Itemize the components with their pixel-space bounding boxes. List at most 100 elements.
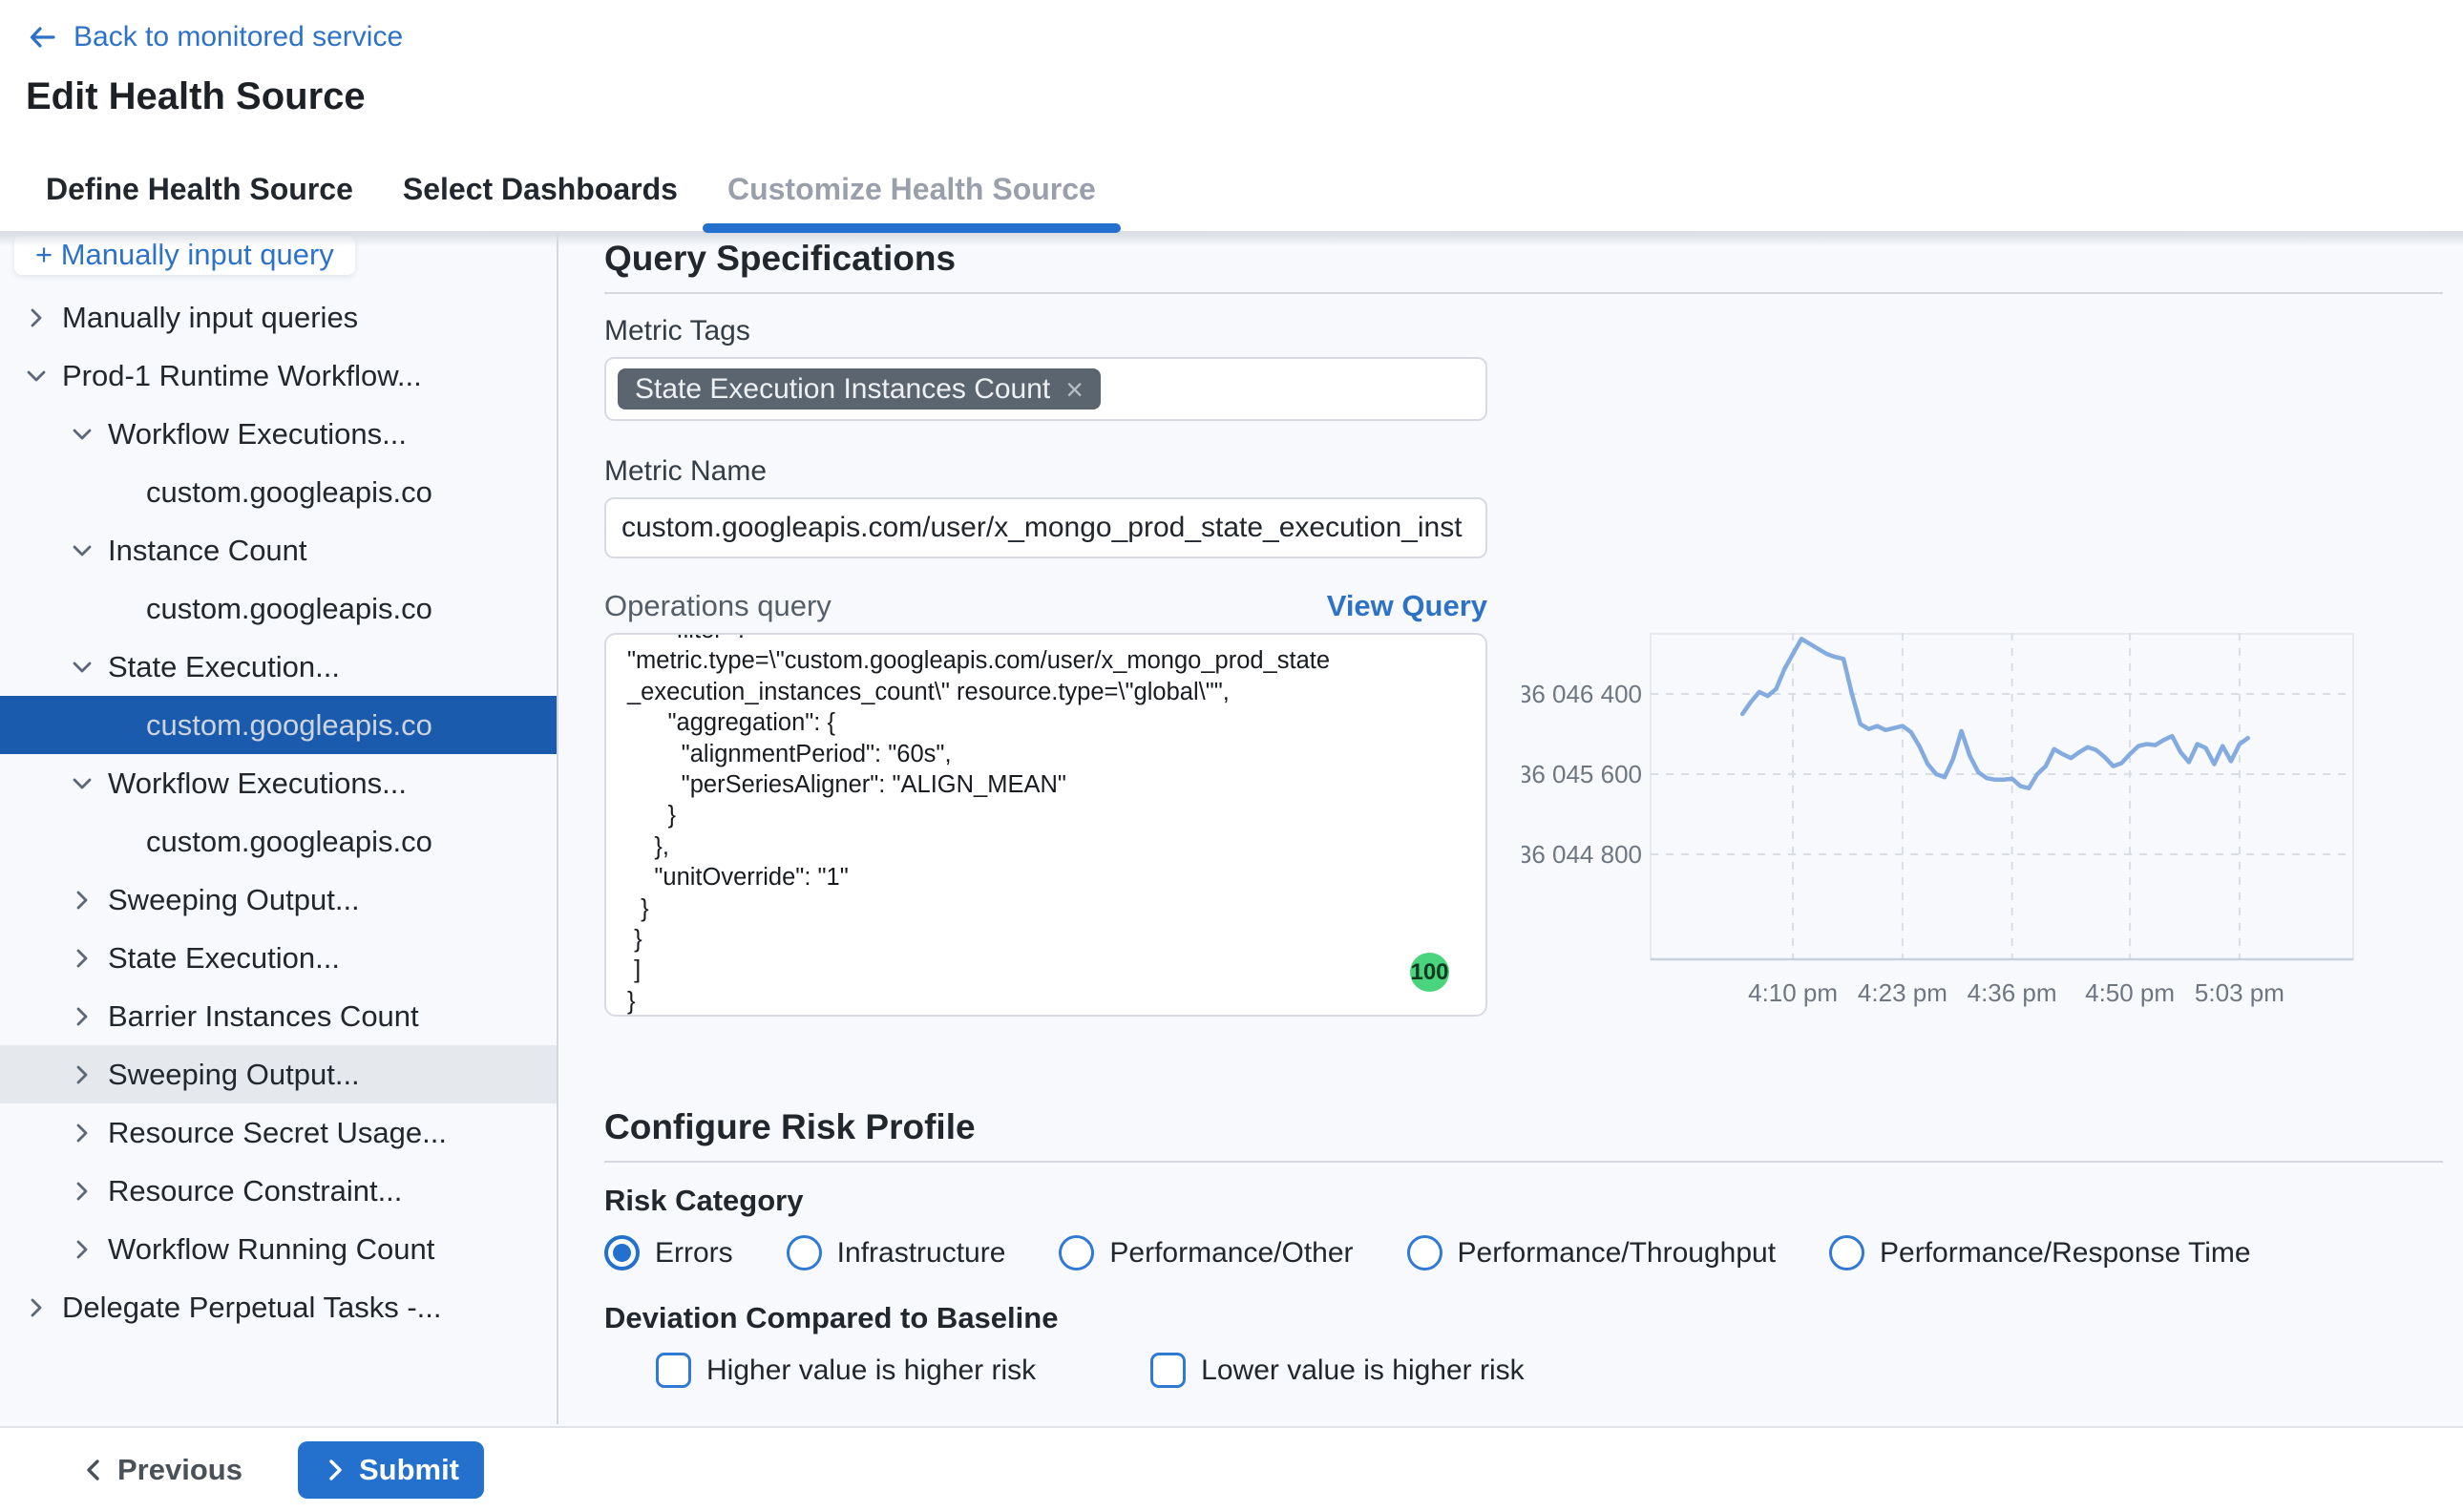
risk-category-option-performance-throughput[interactable]: Performance/Throughput <box>1407 1235 1777 1270</box>
checkbox-label: Lower value is higher risk <box>1201 1354 1524 1387</box>
deviation-option-lower-value-is-higher-risk[interactable]: Lower value is higher risk <box>1150 1353 1524 1388</box>
query-and-chart-row: "filter" :"metric.type=\"custom.googleap… <box>604 633 2443 1019</box>
tree-item-resource-secret-usage[interactable]: Resource Secret Usage... <box>0 1103 557 1162</box>
tree-item-manually-input-queries[interactable]: Manually input queries <box>0 288 557 346</box>
tree-item-barrier-instances-count[interactable]: Barrier Instances Count <box>0 987 557 1045</box>
add-manual-query-button[interactable]: + Manually input query <box>14 235 355 275</box>
tab-bar: Define Health Source Select Dashboards Cus… <box>0 147 2463 233</box>
chevron-right-icon[interactable] <box>22 1293 51 1322</box>
tree-item-label: Resource Constraint... <box>108 1174 402 1208</box>
radio-selected-icon[interactable] <box>604 1235 640 1270</box>
tree-item-label: Instance Count <box>108 534 307 568</box>
tree-item-custom-googleapis-co[interactable]: custom.googleapis.co <box>0 463 557 521</box>
query-specifications-heading: Query Specifications <box>604 239 2443 279</box>
y-axis-tick-label: 36 044 800 <box>1522 840 1642 869</box>
query-code-line: } <box>627 800 1464 830</box>
tree-item-workflow-executions[interactable]: Workflow Executions... <box>0 405 557 463</box>
operations-query-label: Operations query <box>604 589 832 623</box>
radio-icon[interactable] <box>1407 1235 1442 1270</box>
query-code-line: "aggregation": { <box>627 707 1464 738</box>
tab-define-health-source[interactable]: Define Health Source <box>46 147 353 231</box>
risk-category-option-infrastructure[interactable]: Infrastructure <box>787 1235 1006 1270</box>
chevron-right-icon[interactable] <box>68 1002 96 1031</box>
metric-name-input[interactable] <box>604 497 1487 558</box>
chevron-right-icon[interactable] <box>68 1119 96 1147</box>
radio-label: Infrastructure <box>837 1237 1006 1270</box>
checkbox-icon[interactable] <box>1150 1353 1186 1388</box>
checkbox-icon[interactable] <box>656 1353 691 1388</box>
radio-label: Performance/Other <box>1109 1237 1353 1270</box>
query-code-line: "perSeriesAligner": "ALIGN_MEAN" <box>627 769 1464 800</box>
risk-category-label: Risk Category <box>604 1184 2443 1218</box>
chip-remove-icon[interactable]: × <box>1065 374 1084 405</box>
tree-item-state-execution[interactable]: State Execution... <box>0 929 557 987</box>
tree-item-custom-googleapis-co[interactable]: custom.googleapis.co <box>0 812 557 871</box>
tab-select-dashboards[interactable]: Select Dashboards <box>403 147 678 231</box>
operations-query-row: Operations query View Query <box>604 589 1487 623</box>
tree-item-resource-constraint[interactable]: Resource Constraint... <box>0 1162 557 1220</box>
metric-tags-label: Metric Tags <box>604 315 2443 347</box>
chevron-right-icon[interactable] <box>68 1060 96 1089</box>
risk-category-option-performance-other[interactable]: Performance/Other <box>1059 1235 1353 1270</box>
submit-button-label: Submit <box>359 1453 459 1487</box>
metric-tags-input[interactable]: State Execution Instances Count × <box>604 357 1487 421</box>
view-query-link[interactable]: View Query <box>1327 589 1487 623</box>
chevron-down-icon[interactable] <box>68 536 96 565</box>
tree-item-label: Barrier Instances Count <box>108 999 419 1034</box>
chevron-down-icon[interactable] <box>68 653 96 682</box>
chevron-right-icon[interactable] <box>68 1177 96 1206</box>
tree-item-instance-count[interactable]: Instance Count <box>0 521 557 579</box>
submit-button[interactable]: Submit <box>298 1441 484 1499</box>
tree-item-sweeping-output[interactable]: Sweeping Output... <box>0 1045 557 1103</box>
deviation-label: Deviation Compared to Baseline <box>604 1301 2443 1335</box>
tree-item-sweeping-output[interactable]: Sweeping Output... <box>0 871 557 929</box>
sidebar: + Manually input query Manually input qu… <box>0 233 558 1424</box>
tree-item-label: State Execution... <box>108 650 340 684</box>
deviation-option-higher-value-is-higher-risk[interactable]: Higher value is higher risk <box>656 1353 1036 1388</box>
previous-button[interactable]: Previous <box>81 1453 242 1487</box>
query-code-line: } <box>627 924 1464 955</box>
risk-category-option-errors[interactable]: Errors <box>604 1235 733 1270</box>
query-code-line: }, <box>627 831 1464 862</box>
chevron-down-icon[interactable] <box>68 420 96 449</box>
risk-category-option-performance-response-time[interactable]: Performance/Response Time <box>1829 1235 2251 1270</box>
section-divider <box>604 292 2443 294</box>
x-axis-tick-label: 4:10 pm <box>1748 978 1838 1007</box>
query-code-line: ] <box>627 955 1464 985</box>
chevron-down-icon[interactable] <box>22 362 51 390</box>
operations-query-editor[interactable]: "filter" :"metric.type=\"custom.googleap… <box>604 633 1487 1017</box>
query-code-line: "unitOverride": "1" <box>627 862 1464 892</box>
tree-item-label: State Execution... <box>108 941 340 976</box>
metric-tag-chip-label: State Execution Instances Count <box>635 373 1050 406</box>
radio-icon[interactable] <box>1829 1235 1864 1270</box>
back-link[interactable]: Back to monitored service <box>26 21 403 53</box>
checkbox-label: Higher value is higher risk <box>706 1354 1036 1387</box>
query-code-line: _execution_instances_count\" resource.ty… <box>627 677 1464 707</box>
chevron-right-icon[interactable] <box>22 304 51 332</box>
tree-item-label: custom.googleapis.co <box>146 475 432 510</box>
radio-icon[interactable] <box>787 1235 822 1270</box>
tree-item-delegate-perpetual-tasks[interactable]: Delegate Perpetual Tasks -... <box>0 1278 557 1336</box>
tree-item-custom-googleapis-co[interactable]: custom.googleapis.co <box>0 579 557 638</box>
tree-item-workflow-executions[interactable]: Workflow Executions... <box>0 754 557 812</box>
radio-icon[interactable] <box>1059 1235 1094 1270</box>
radio-label: Errors <box>655 1237 733 1270</box>
tree-item-label: Workflow Executions... <box>108 766 407 801</box>
radio-label: Performance/Throughput <box>1458 1237 1777 1270</box>
chevron-right-icon[interactable] <box>68 886 96 914</box>
tab-customize-health-source[interactable]: Customize Health Source <box>727 147 1096 231</box>
tree-item-state-execution[interactable]: State Execution... <box>0 638 557 696</box>
chevron-down-icon[interactable] <box>68 769 96 798</box>
metric-name-label: Metric Name <box>604 455 2443 488</box>
query-code-line: "alignmentPeriod": "60s", <box>627 739 1464 769</box>
tree-item-label: custom.googleapis.co <box>146 825 432 859</box>
tree-item-prod-1-runtime-workflow[interactable]: Prod-1 Runtime Workflow... <box>0 346 557 405</box>
query-code-line: "filter" : <box>627 633 1464 645</box>
tree-item-workflow-running-count[interactable]: Workflow Running Count <box>0 1220 557 1278</box>
tree-item-label: Sweeping Output... <box>108 883 360 917</box>
tree-item-custom-googleapis-co[interactable]: custom.googleapis.co <box>0 696 557 754</box>
chevron-right-icon[interactable] <box>68 944 96 973</box>
section-divider <box>604 1161 2443 1163</box>
chevron-right-icon[interactable] <box>68 1235 96 1264</box>
content-area: + Manually input query Manually input qu… <box>0 233 2463 1424</box>
